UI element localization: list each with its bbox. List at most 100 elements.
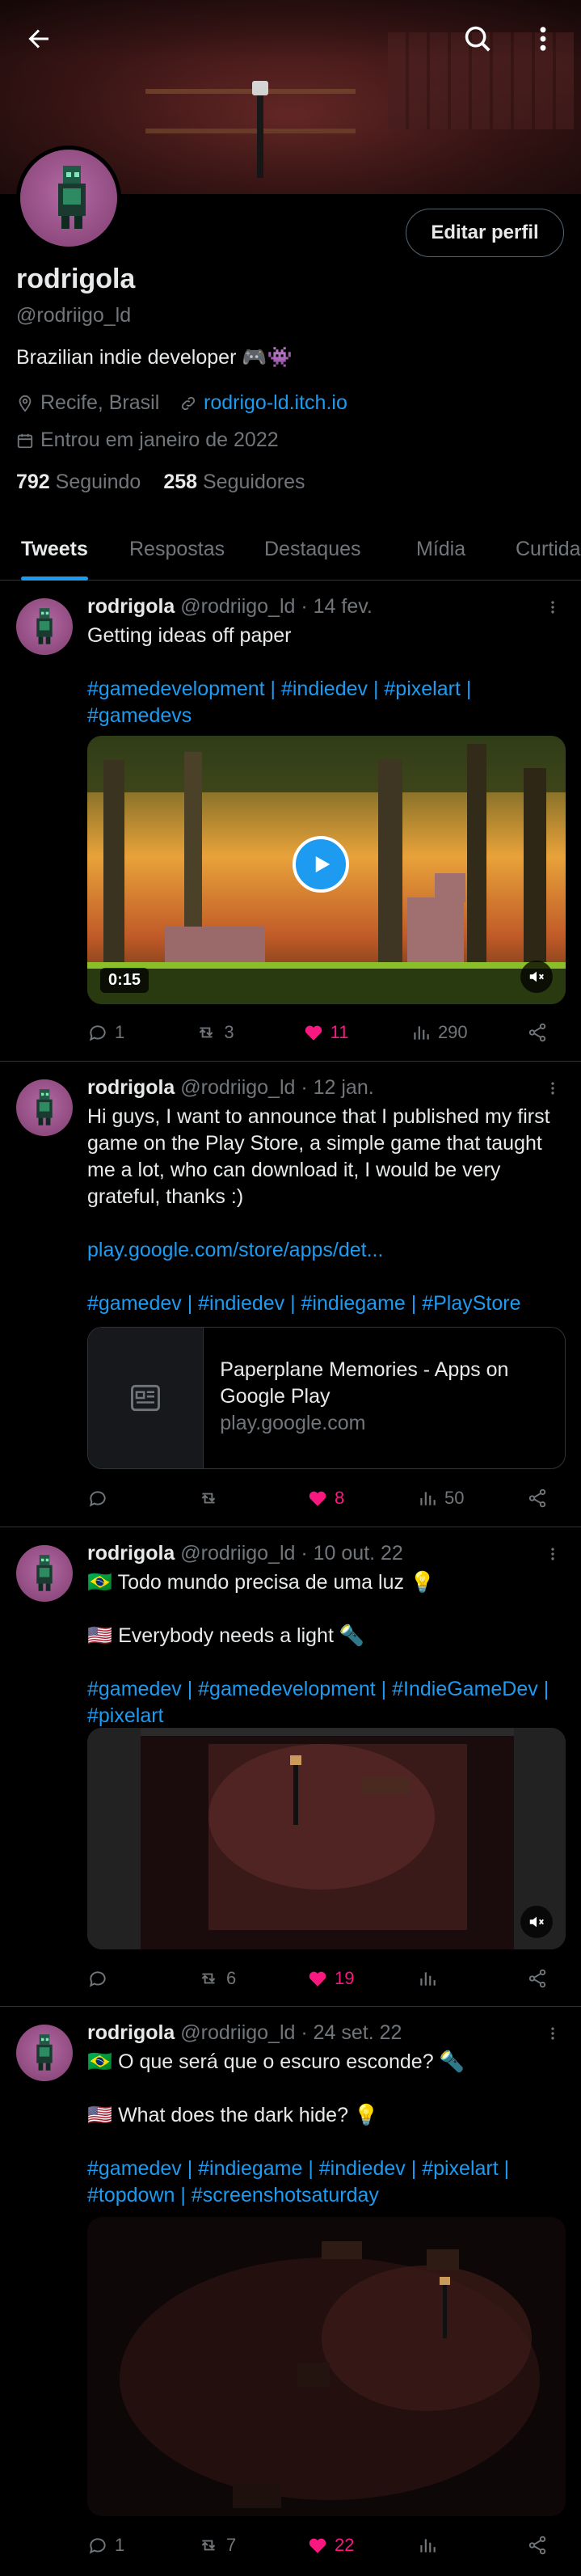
tweet-header: rodrigola @rodriigo_ld · 24 set. 22 bbox=[87, 2021, 402, 2045]
like-button[interactable]: 8 bbox=[307, 1488, 356, 1509]
views-button[interactable]: 290 bbox=[410, 1022, 468, 1043]
card-thumbnail bbox=[88, 1328, 204, 1468]
video-thumbnail-dark-room bbox=[87, 1728, 566, 1949]
tab-highlights[interactable]: Destaques bbox=[264, 517, 361, 581]
share-icon bbox=[528, 1969, 546, 1988]
retweet-button[interactable]: 3 bbox=[195, 1022, 243, 1043]
profile-website[interactable]: rodrigo-ld.itch.io bbox=[179, 391, 347, 415]
retweet-button[interactable]: 7 bbox=[197, 2535, 246, 2556]
like-count: 22 bbox=[335, 2535, 355, 2555]
tweet[interactable]: rodrigola @rodriigo_ld · 24 set. 22 🇧🇷 O… bbox=[0, 2007, 581, 2576]
tweet-text: 🇧🇷 O que será que o escuro esconde? 🔦 🇺🇸… bbox=[87, 2049, 564, 2209]
play-button[interactable] bbox=[293, 836, 349, 893]
more-vertical-icon bbox=[540, 27, 546, 51]
share-button[interactable] bbox=[527, 1488, 548, 1509]
tweet-link[interactable]: play.google.com/store/apps/det... bbox=[87, 1237, 564, 1264]
share-icon bbox=[528, 2536, 546, 2555]
tweet-hashtags[interactable]: #gamedev | #gamedevelopment | #IndieGame… bbox=[87, 1676, 564, 1729]
retweet-icon bbox=[201, 1973, 216, 1984]
tweet-more-button[interactable] bbox=[541, 1542, 565, 1566]
tab-media[interactable]: Mídia bbox=[416, 517, 465, 581]
tweet-video[interactable] bbox=[87, 1728, 566, 1949]
tab-tweets[interactable]: Tweets bbox=[21, 517, 88, 581]
more-options-button[interactable] bbox=[522, 18, 564, 60]
tweet-hashtags[interactable]: #gamedevelopment | #indiedev | #pixelart… bbox=[87, 676, 564, 729]
tweet-hashtags[interactable]: #gamedev | #indiedev | #indiegame | #Pla… bbox=[87, 1290, 564, 1317]
mute-button[interactable] bbox=[520, 1906, 553, 1938]
follow-stats: 792 Seguindo 258 Seguidores bbox=[16, 471, 305, 494]
website-link[interactable]: rodrigo-ld.itch.io bbox=[204, 391, 347, 415]
mute-button[interactable] bbox=[520, 961, 553, 993]
location-pin-icon bbox=[19, 395, 32, 412]
bar-chart-icon bbox=[420, 1972, 436, 1986]
like-button[interactable]: 11 bbox=[303, 1022, 352, 1043]
tweet-avatar[interactable] bbox=[16, 1079, 73, 1136]
reply-button[interactable] bbox=[87, 1488, 136, 1509]
reply-button[interactable] bbox=[87, 1968, 136, 1989]
like-count: 19 bbox=[335, 1968, 355, 1988]
tweet-avatar[interactable] bbox=[16, 2025, 73, 2081]
like-count: 11 bbox=[330, 1022, 349, 1042]
followers-link[interactable]: 258 Seguidores bbox=[163, 471, 305, 494]
views-button[interactable]: 50 bbox=[417, 1488, 465, 1509]
tweet-more-button[interactable] bbox=[541, 595, 565, 619]
profile-bio: Brazilian indie developer 🎮👾 bbox=[16, 346, 293, 369]
tab-replies[interactable]: Respostas bbox=[129, 517, 225, 581]
tweet-text: 🇧🇷 Todo mundo precisa de uma luz 💡 🇺🇸 Ev… bbox=[87, 1569, 564, 1729]
reply-icon bbox=[89, 1491, 106, 1507]
followers-label: Seguidores bbox=[203, 471, 305, 493]
retweet-button[interactable]: 6 bbox=[197, 1968, 246, 1989]
location-text: Recife, Brasil bbox=[40, 391, 160, 414]
edit-profile-button[interactable]: Editar perfil bbox=[406, 209, 564, 257]
tweet-more-button[interactable] bbox=[541, 1076, 565, 1100]
avatar-character-image bbox=[36, 608, 53, 644]
share-button[interactable] bbox=[527, 2535, 548, 2556]
tweet-image[interactable] bbox=[87, 2217, 566, 2516]
tweet[interactable]: rodrigola @rodriigo_ld · 14 fev. Getting… bbox=[0, 581, 581, 1062]
reply-button[interactable]: 1 bbox=[87, 2535, 136, 2556]
tweet-avatar[interactable] bbox=[16, 598, 73, 655]
views-button[interactable] bbox=[417, 2535, 465, 2556]
tweet[interactable]: rodrigola @rodriigo_ld · 12 jan. Hi guys… bbox=[0, 1062, 581, 1527]
retweet-count: 7 bbox=[226, 2535, 237, 2555]
tweet-text: Hi guys, I want to announce that I publi… bbox=[87, 1104, 564, 1317]
link-preview-card[interactable]: Paperplane Memories - Apps on Google Pla… bbox=[87, 1327, 566, 1469]
retweet-icon bbox=[201, 1493, 216, 1504]
tweet-author-name[interactable]: rodrigola bbox=[87, 595, 175, 618]
profile-avatar[interactable] bbox=[16, 146, 121, 251]
more-vertical-icon bbox=[551, 1548, 554, 1560]
tweet-hashtags[interactable]: #gamedev | #indiegame | #indiedev | #pix… bbox=[87, 2156, 564, 2209]
share-button[interactable] bbox=[527, 1968, 548, 1989]
retweet-count: 3 bbox=[224, 1022, 234, 1042]
tweet-author-name[interactable]: rodrigola bbox=[87, 1542, 175, 1565]
reply-button[interactable]: 1 bbox=[87, 1022, 136, 1043]
following-link[interactable]: 792 Seguindo bbox=[16, 471, 141, 494]
more-vertical-icon bbox=[551, 1082, 554, 1095]
tab-likes[interactable]: Curtidas bbox=[516, 517, 581, 581]
tweet-more-button[interactable] bbox=[541, 2021, 565, 2046]
retweet-button[interactable] bbox=[197, 1488, 246, 1509]
arrow-left-icon bbox=[28, 29, 48, 49]
tweet-text: Getting ideas off paper #gamedevelopment… bbox=[87, 623, 564, 729]
views-button[interactable] bbox=[417, 1968, 465, 1989]
share-button[interactable] bbox=[527, 1022, 548, 1043]
reply-count: 1 bbox=[115, 2535, 125, 2555]
like-button[interactable]: 19 bbox=[307, 1968, 356, 1989]
heart-filled-icon bbox=[305, 1025, 322, 1041]
retweet-icon bbox=[200, 1027, 213, 1038]
back-button[interactable] bbox=[18, 18, 60, 60]
profile-handle: @rodriigo_ld bbox=[16, 304, 132, 327]
tweet-avatar[interactable] bbox=[16, 1545, 73, 1602]
profile-location: Recife, Brasil bbox=[16, 391, 159, 415]
bar-chart-icon bbox=[420, 2539, 436, 2553]
avatar-character-image bbox=[36, 2034, 53, 2071]
tweet-author-name[interactable]: rodrigola bbox=[87, 2021, 175, 2044]
search-icon bbox=[465, 26, 490, 52]
tweet-author-name[interactable]: rodrigola bbox=[87, 1076, 175, 1099]
like-button[interactable]: 22 bbox=[307, 2535, 356, 2556]
tweet-video[interactable]: 0:15 bbox=[87, 736, 566, 1004]
tweet[interactable]: rodrigola @rodriigo_ld · 10 out. 22 🇧🇷 T… bbox=[0, 1527, 581, 2007]
bar-chart-icon bbox=[414, 1026, 429, 1040]
search-button[interactable] bbox=[457, 18, 499, 60]
tweet-body: Getting ideas off paper bbox=[87, 624, 292, 647]
